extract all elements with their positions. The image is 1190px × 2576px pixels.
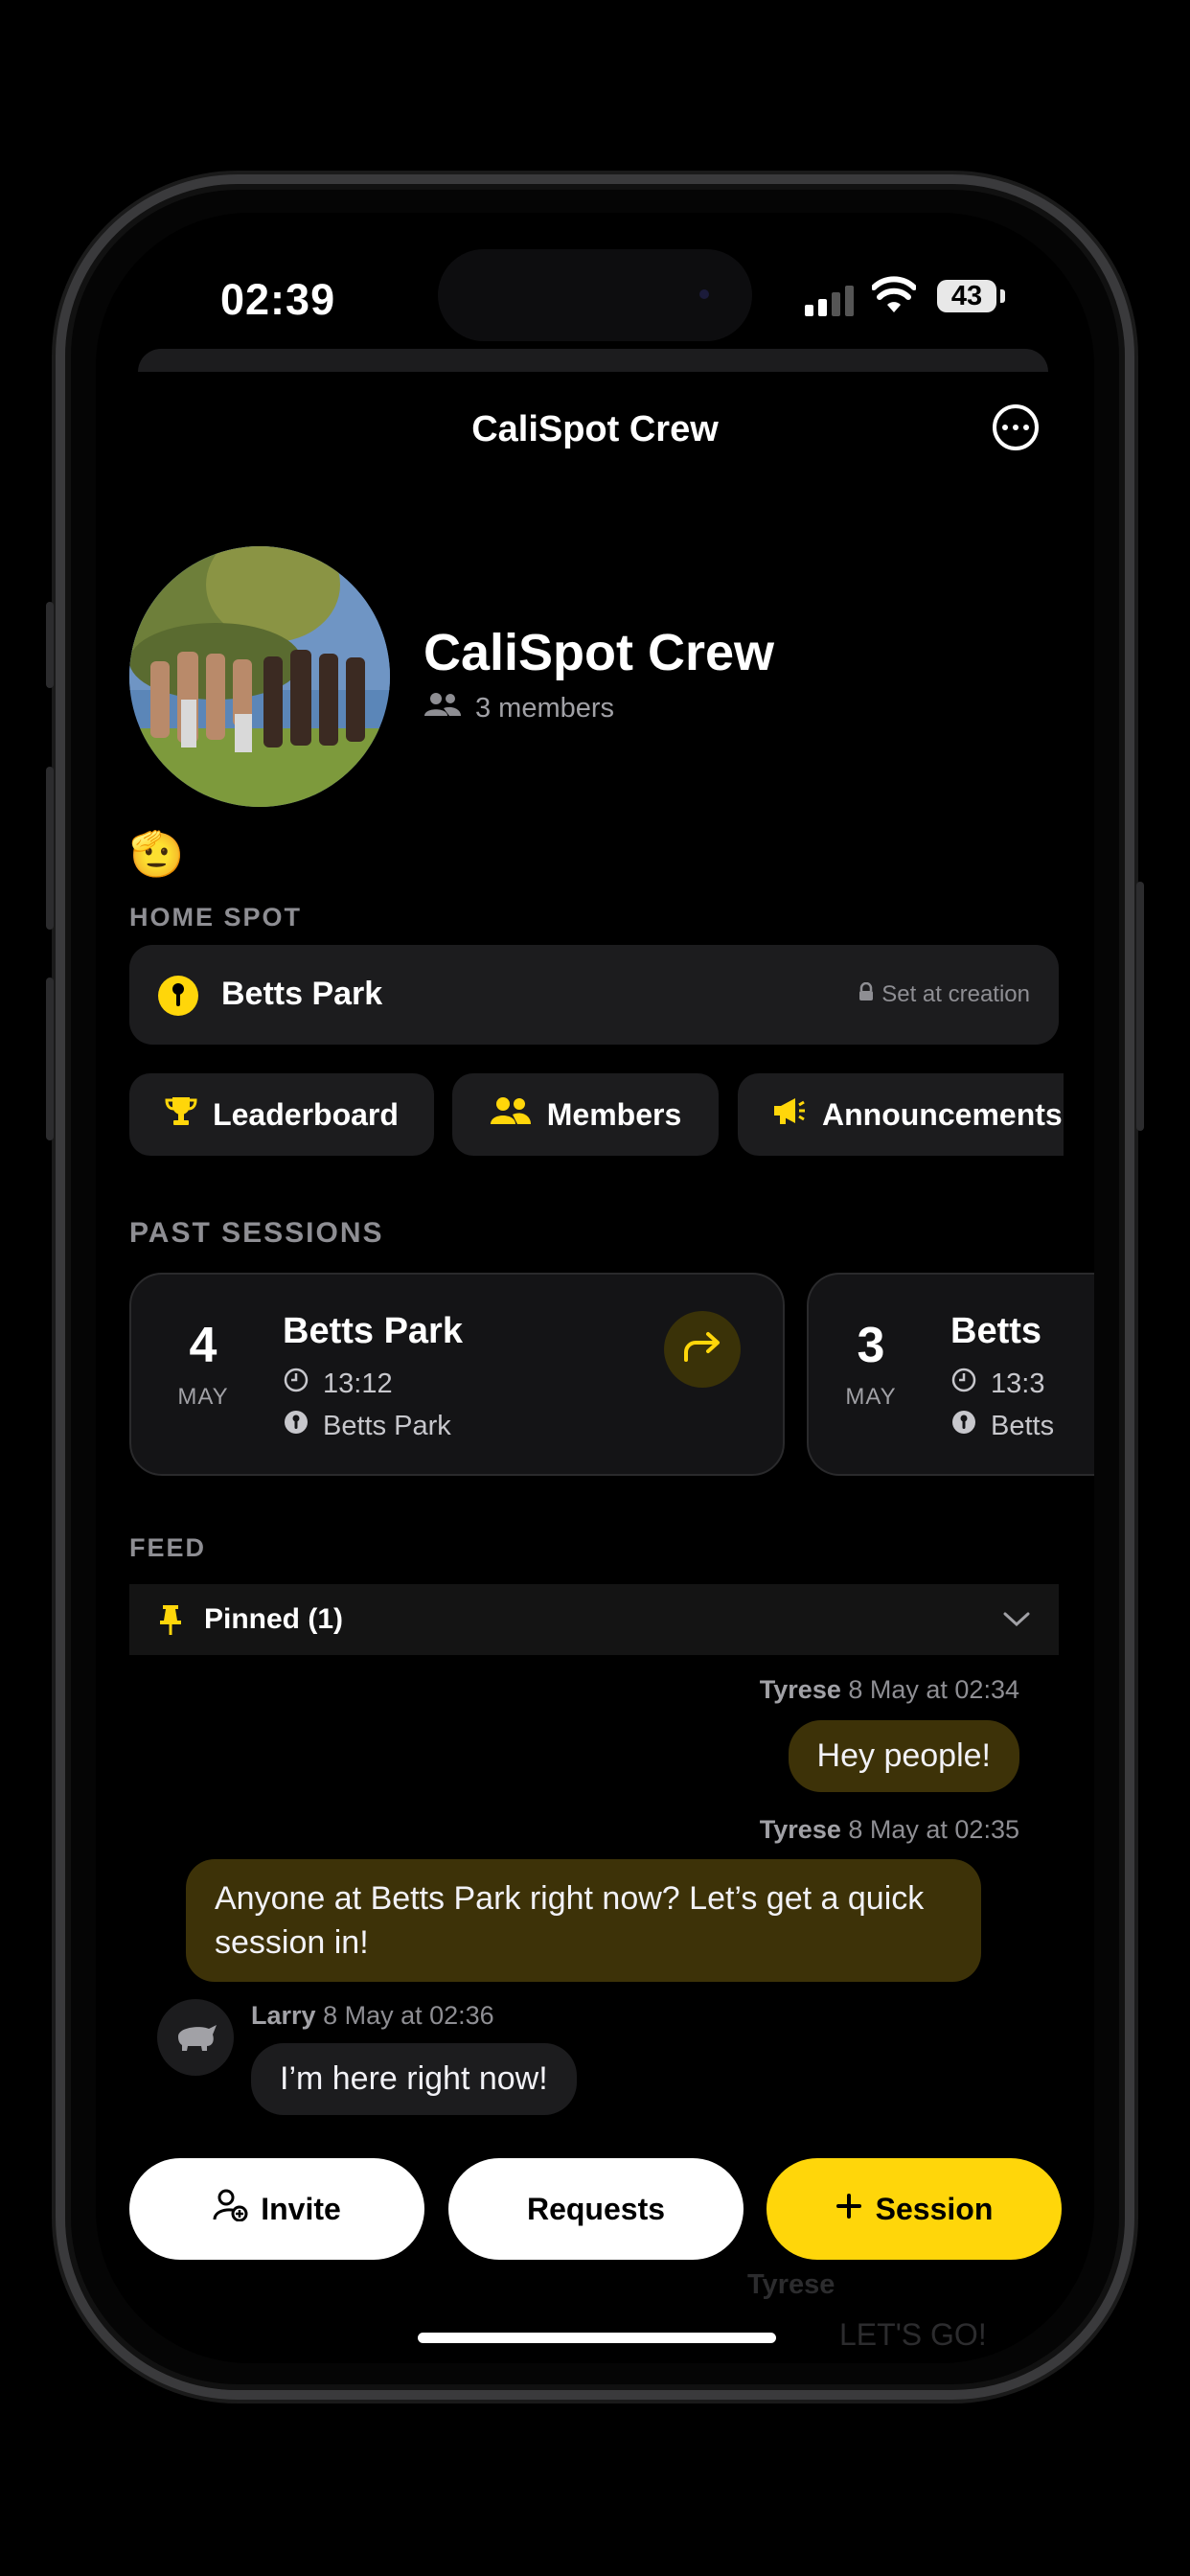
session-title: Betts	[950, 1311, 1042, 1351]
session-card[interactable]: 4 MAY Betts Park 13:12 Betts Park	[129, 1273, 785, 1476]
people-icon	[490, 1096, 532, 1133]
chevron-down-icon	[1003, 1612, 1030, 1627]
sheet-background-edge	[138, 349, 1048, 372]
members-count[interactable]: 3 members	[423, 692, 614, 724]
leaderboard-chip[interactable]: Leaderboard	[129, 1073, 434, 1156]
announcements-label: Announcements	[822, 1096, 1063, 1132]
app-screen: 02:39 43 CaliSpot Crew CaliSpot Crew 3 m…	[96, 213, 1094, 2363]
announcements-chip[interactable]: Announcements	[738, 1073, 1064, 1156]
message-meta: Tyrese 8 May at 02:34	[760, 1675, 1019, 1705]
members-count-label: 3 members	[475, 692, 615, 724]
message-bubble[interactable]: Anyone at Betts Park right now? Let’s ge…	[186, 1859, 981, 1982]
share-session-button[interactable]	[664, 1311, 741, 1388]
home-spot-note: Set at creation	[858, 981, 1030, 1008]
battery-indicator: 43	[937, 280, 996, 312]
members-chip[interactable]: Members	[452, 1073, 719, 1156]
group-avatar[interactable]	[129, 546, 390, 807]
camera-dot	[699, 289, 709, 299]
megaphone-icon	[772, 1095, 807, 1134]
lock-icon	[858, 981, 874, 1008]
session-month: MAY	[845, 1384, 897, 1410]
cellular-signal-icon	[805, 286, 862, 316]
session-month: MAY	[177, 1384, 229, 1410]
location-pin-icon	[950, 1409, 977, 1443]
invite-label: Invite	[261, 2191, 341, 2226]
home-spot-note-text: Set at creation	[881, 981, 1030, 1007]
people-icon	[423, 692, 462, 724]
message-time: 8 May at 02:36	[323, 2001, 494, 2030]
plus-icon	[835, 2192, 862, 2227]
session-place: Betts Park	[283, 1409, 451, 1443]
message-meta: Larry 8 May at 02:36	[251, 2001, 494, 2031]
nav-title: CaliSpot Crew	[471, 409, 719, 449]
power-button	[1136, 882, 1144, 1131]
members-label: Members	[546, 1096, 682, 1132]
clock-icon	[283, 1367, 309, 1401]
session-place-text: Betts Park	[323, 1410, 451, 1441]
session-day: 3	[857, 1318, 885, 1373]
session-time-text: 13:12	[323, 1368, 393, 1399]
home-spot-label: HOME SPOT	[129, 903, 303, 932]
requests-label: Requests	[526, 2191, 666, 2226]
session-time: 13:12	[283, 1367, 393, 1401]
action-button	[46, 602, 54, 688]
message-meta: Tyrese 8 May at 02:35	[760, 1815, 1019, 1845]
session-place-text: Betts	[991, 1410, 1055, 1441]
message-author: Larry	[251, 2001, 316, 2030]
volume-up-button	[46, 767, 54, 930]
message-author: Tyrese	[759, 1675, 841, 1704]
location-pin-icon	[283, 1409, 309, 1443]
faded-message-text: LET'S GO!	[839, 2317, 987, 2352]
new-session-button[interactable]: Session	[767, 2158, 1062, 2260]
message-time: 8 May at 02:34	[848, 1675, 1019, 1704]
feed-label: FEED	[129, 1533, 207, 1562]
more-options-button[interactable]	[993, 404, 1039, 450]
session-card[interactable]: 3 MAY Betts 13:3 Betts	[807, 1273, 1094, 1476]
message-bubble[interactable]: Hey people!	[788, 1720, 1019, 1792]
message-time: 8 May at 02:35	[848, 1815, 1019, 1844]
session-time-text: 13:3	[991, 1368, 1045, 1399]
pin-icon	[158, 1603, 183, 1636]
past-sessions-label: PAST SESSIONS	[129, 1217, 384, 1249]
session-title: Betts Park	[283, 1311, 463, 1351]
session-time: 13:3	[950, 1367, 1044, 1401]
invite-button[interactable]: Invite	[129, 2158, 424, 2260]
message-bubble[interactable]: I’m here right now!	[251, 2043, 577, 2115]
trophy-icon	[165, 1094, 197, 1135]
avatar[interactable]	[157, 1999, 234, 2076]
group-name: CaliSpot Crew	[423, 624, 775, 681]
location-pin-icon	[158, 976, 198, 1016]
home-spot-name: Betts Park	[221, 976, 383, 1012]
faded-message-author: Tyrese	[747, 2269, 835, 2300]
battery-tip	[1000, 289, 1005, 303]
add-person-icon	[213, 2189, 249, 2229]
group-emoji: 🫡	[129, 829, 185, 879]
requests-button[interactable]: Requests	[448, 2158, 744, 2260]
pinned-messages-bar[interactable]: Pinned (1)	[129, 1584, 1059, 1655]
status-time: 02:39	[220, 275, 336, 324]
home-indicator[interactable]	[418, 2333, 776, 2343]
rhino-icon	[172, 2019, 218, 2057]
message-author: Tyrese	[759, 1815, 841, 1844]
session-place: Betts	[950, 1409, 1054, 1443]
pinned-label: Pinned (1)	[204, 1603, 344, 1635]
leaderboard-label: Leaderboard	[213, 1096, 399, 1132]
wifi-icon	[871, 276, 917, 319]
home-spot-card[interactable]: Betts Park Set at creation	[129, 945, 1059, 1045]
session-day: 4	[189, 1318, 217, 1373]
share-arrow-icon	[682, 1331, 722, 1368]
session-label: Session	[875, 2191, 994, 2226]
clock-icon	[950, 1367, 977, 1401]
volume-down-button	[46, 978, 54, 1140]
